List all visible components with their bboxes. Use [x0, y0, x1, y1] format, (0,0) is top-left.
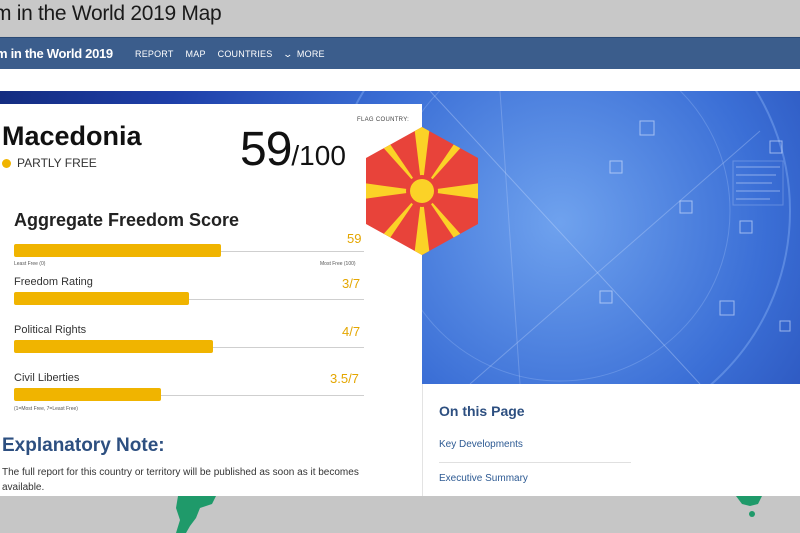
- political-rights-label: Political Rights: [14, 324, 87, 336]
- freedom-rating-label: Freedom Rating: [14, 276, 93, 288]
- total-score: 59/100: [240, 122, 346, 177]
- aggregate-score-value: 59: [347, 231, 362, 246]
- map-island: [749, 511, 755, 517]
- civil-liberties-bar: [14, 388, 161, 401]
- nav-menu: REPORT MAP COUNTRIES ⌄ MORE: [135, 49, 325, 60]
- map-land-shapes: [176, 496, 762, 533]
- link-executive-summary[interactable]: Executive Summary: [439, 473, 528, 484]
- freedom-status: PARTLY FREE: [2, 156, 97, 170]
- site-brand[interactable]: m in the World 2019: [0, 46, 113, 61]
- site-navbar: m in the World 2019 REPORT MAP COUNTRIES…: [0, 37, 800, 69]
- total-score-max: /100: [291, 140, 346, 171]
- explanatory-note-title: Explanatory Note:: [2, 435, 165, 456]
- macedonia-flag-icon: [366, 127, 478, 255]
- status-label: PARTLY FREE: [17, 156, 97, 170]
- political-rights-value: 4/7: [342, 324, 361, 339]
- status-dot-icon: [2, 158, 11, 168]
- flag-label: FLAG COUNTRY:: [357, 117, 410, 123]
- civil-liberties-label: Civil Liberties: [14, 372, 80, 384]
- on-this-page-title: On this Page: [439, 403, 525, 419]
- country-name: Macedonia: [2, 121, 142, 151]
- nav-more-label: MORE: [296, 49, 325, 59]
- nav-countries[interactable]: COUNTRIES: [218, 49, 273, 60]
- link-divider: [439, 462, 631, 463]
- map-landmass-east: [736, 496, 762, 506]
- total-score-value: 59: [240, 123, 292, 176]
- section-divider: [422, 384, 423, 496]
- link-key-developments[interactable]: Key Developments: [439, 439, 523, 450]
- aggregate-max-label: Most Free (100): [320, 261, 356, 267]
- aggregate-min-label: Least Free (0): [14, 261, 46, 267]
- page-title-bar: m in the World 2019 Map: [0, 0, 800, 36]
- map-landmass-west: [176, 496, 216, 533]
- metrics-scale-note: (1=Most Free, 7=Least Free): [14, 406, 78, 412]
- aggregate-bar-fill: [14, 244, 221, 257]
- nav-more[interactable]: ⌄ MORE: [282, 49, 325, 60]
- explanatory-note-text: The full report for this country or terr…: [2, 467, 359, 493]
- spacer: [0, 69, 800, 91]
- aggregate-score-title: Aggregate Freedom Score: [14, 210, 240, 230]
- political-rights-bar: [14, 340, 213, 353]
- nav-map[interactable]: MAP: [186, 49, 206, 60]
- freedom-rating-value: 3/7: [342, 276, 361, 291]
- page-title: m in the World 2019 Map: [0, 2, 222, 25]
- chevron-down-icon: ⌄: [282, 49, 294, 59]
- freedom-rating-bar: [14, 292, 189, 305]
- nav-report[interactable]: REPORT: [135, 49, 174, 60]
- map-background: [0, 496, 800, 533]
